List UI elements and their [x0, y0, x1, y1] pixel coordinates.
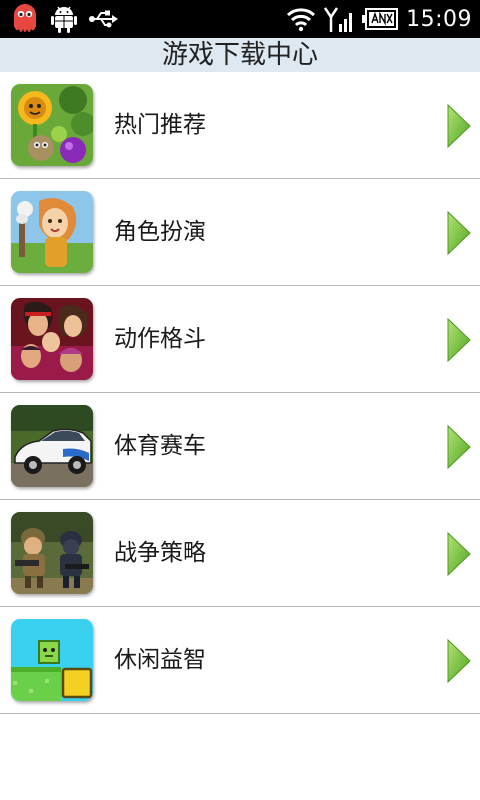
list-item-action-fighting[interactable]: 动作格斗	[0, 286, 480, 393]
chevron-right-icon	[446, 531, 472, 580]
status-time: 15:09	[406, 6, 472, 32]
list-item-war-strategy[interactable]: 战争策略	[0, 500, 480, 607]
usb-icon	[88, 8, 120, 30]
chevron-right-icon	[446, 103, 472, 152]
list-item-label: 热门推荐	[114, 112, 206, 138]
status-left-icons	[10, 0, 120, 38]
list-item-label: 战争策略	[114, 540, 206, 566]
chevron-right-icon	[446, 317, 472, 366]
wifi-icon	[286, 6, 316, 32]
plants-vs-zombies-thumbnail	[11, 84, 93, 166]
android-debug-icon	[50, 4, 78, 34]
category-list: 热门推荐 角色扮演 动作格斗 体育赛车 战争策略 休闲益智	[0, 72, 480, 714]
page-title: 游戏下载中心	[161, 40, 318, 70]
list-item-hot-recommend[interactable]: 热门推荐	[0, 72, 480, 179]
chevron-right-icon	[446, 424, 472, 473]
rpg-girl-thumbnail	[11, 191, 93, 273]
list-item-casual-puzzle[interactable]: 休闲益智	[0, 607, 480, 714]
chevron-right-icon	[446, 638, 472, 687]
status-bar: 15:09	[0, 0, 480, 38]
octopus-app-icon[interactable]	[10, 3, 40, 35]
list-item-label: 角色扮演	[114, 219, 206, 245]
battery-icon	[362, 8, 399, 30]
fighters-thumbnail	[11, 298, 93, 380]
race-car-thumbnail	[11, 405, 93, 487]
list-item-sports-racing[interactable]: 体育赛车	[0, 393, 480, 500]
title-bar: 游戏下载中心	[0, 38, 480, 72]
puzzle-blocks-thumbnail	[11, 619, 93, 701]
list-item-role-playing[interactable]: 角色扮演	[0, 179, 480, 286]
soldiers-thumbnail	[11, 512, 93, 594]
status-right-icons: 15:09	[286, 0, 472, 38]
list-item-label: 休闲益智	[114, 647, 206, 673]
list-item-label: 动作格斗	[114, 326, 206, 352]
list-item-label: 体育赛车	[114, 433, 206, 459]
chevron-right-icon	[446, 210, 472, 259]
signal-icon	[324, 5, 354, 33]
